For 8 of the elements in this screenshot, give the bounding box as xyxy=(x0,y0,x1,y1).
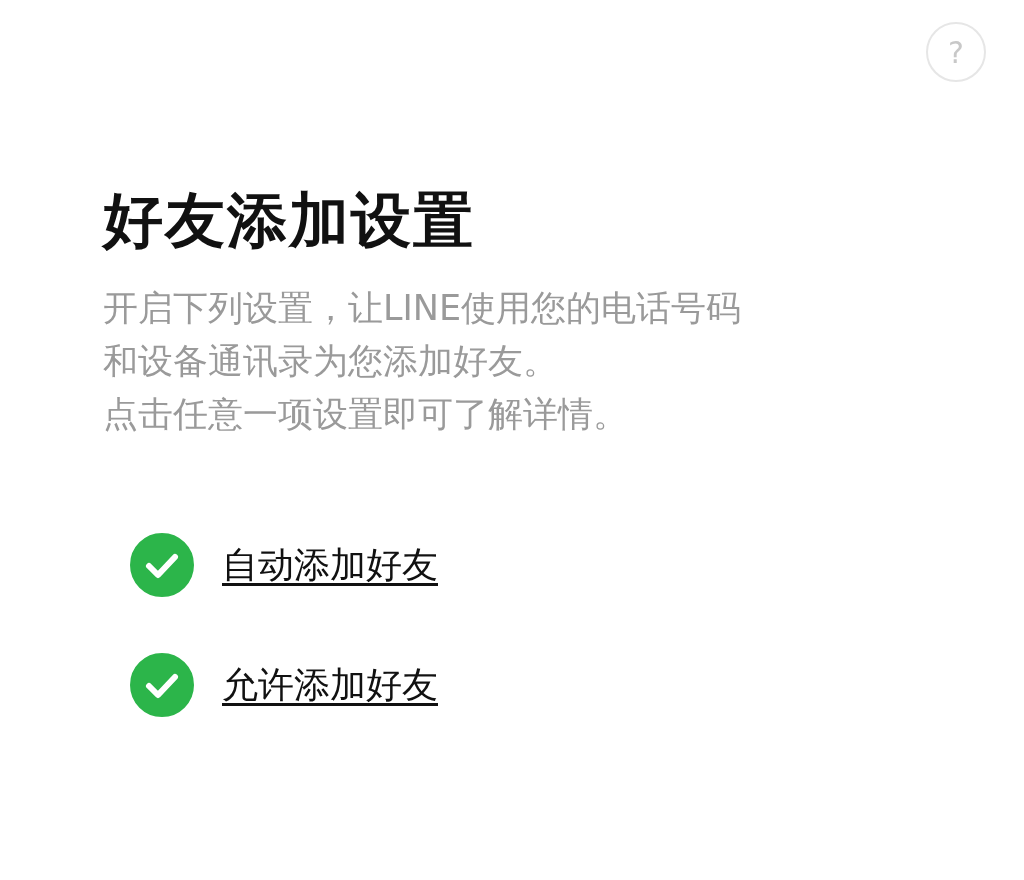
description-text: 点击任意一项设置即可了解详情。 xyxy=(103,393,628,436)
page-title: 好友添加设置 xyxy=(103,184,476,257)
description-text: 和设备通讯录为您添加好友。 xyxy=(103,340,558,383)
description-text: 开启下列设置，让LINE使用您的电话号码 xyxy=(103,287,742,330)
setting-link[interactable]: 自动添加好友 xyxy=(222,541,438,589)
check-icon[interactable] xyxy=(130,653,194,717)
check-icon[interactable] xyxy=(130,533,194,597)
setting-link[interactable]: 允许添加好友 xyxy=(222,661,438,709)
